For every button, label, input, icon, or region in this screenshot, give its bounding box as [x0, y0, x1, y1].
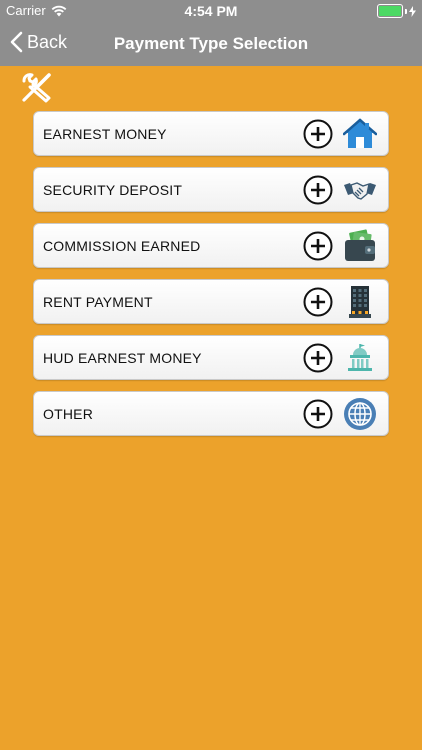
payment-type-label: RENT PAYMENT [43, 294, 153, 310]
payment-type-list: EARNEST MONEY SECURITY DEPOSIT COMMISSIO… [33, 111, 389, 447]
add-circle-icon[interactable] [303, 175, 333, 205]
navigation-bar: Back Payment Type Selection [0, 22, 422, 66]
battery-indicator [377, 4, 416, 18]
add-circle-icon[interactable] [303, 287, 333, 317]
building-icon [349, 286, 371, 318]
payment-type-row[interactable]: SECURITY DEPOSIT [33, 167, 389, 212]
wallet-icon [345, 229, 375, 261]
payment-type-label: HUD EARNEST MONEY [43, 350, 202, 366]
page-title: Payment Type Selection [113, 34, 309, 53]
payment-type-label: COMMISSION EARNED [43, 238, 201, 254]
payment-type-row[interactable]: OTHER [33, 391, 389, 436]
status-bar: Carrier 4:54 PM [0, 0, 422, 22]
payment-type-label: EARNEST MONEY [43, 126, 167, 142]
add-circle-icon[interactable] [303, 231, 333, 261]
add-circle-icon[interactable] [303, 343, 333, 373]
battery-cap [405, 8, 407, 14]
battery-fill [379, 6, 401, 16]
globe-icon [344, 398, 376, 430]
payment-type-row[interactable]: EARNEST MONEY [33, 111, 389, 156]
tools-icon[interactable] [20, 72, 52, 104]
payment-type-label: SECURITY DEPOSIT [43, 182, 183, 198]
payment-type-label: OTHER [43, 406, 93, 422]
top-bar: Carrier 4:54 PM Back Payment Type Select… [0, 0, 422, 66]
status-time: 4:54 PM [184, 3, 238, 19]
add-circle-icon[interactable] [303, 399, 333, 429]
charging-bolt-icon [409, 5, 416, 17]
government-building-icon [348, 344, 372, 371]
battery-icon [377, 4, 403, 18]
house-icon [343, 118, 377, 148]
handshake-icon [344, 182, 376, 200]
payment-type-row[interactable]: HUD EARNEST MONEY [33, 335, 389, 380]
payment-type-row[interactable]: COMMISSION EARNED [33, 223, 389, 268]
payment-type-row[interactable]: RENT PAYMENT [33, 279, 389, 324]
add-circle-icon[interactable] [303, 119, 333, 149]
